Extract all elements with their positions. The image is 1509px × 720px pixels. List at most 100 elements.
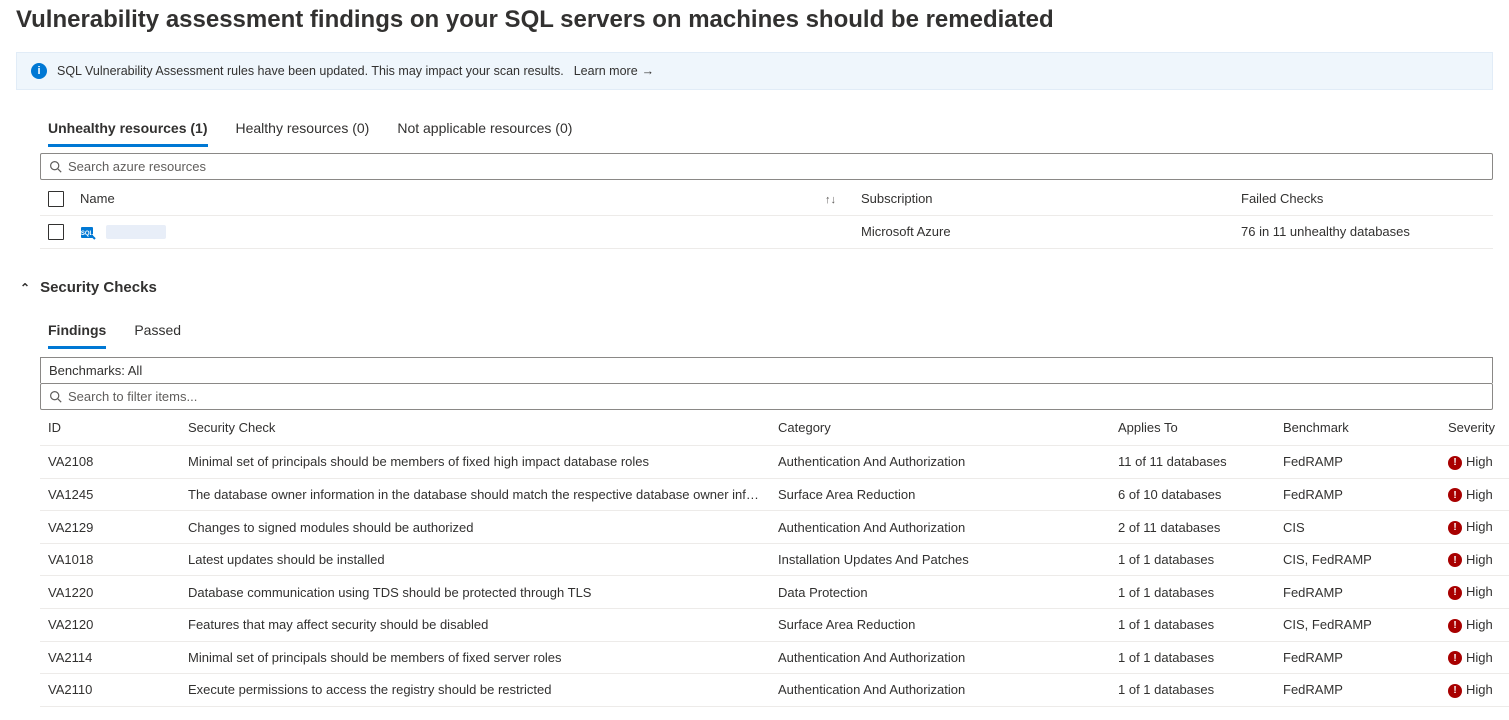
finding-benchmark: FedRAMP bbox=[1275, 446, 1440, 479]
finding-id: VA2108 bbox=[40, 446, 180, 479]
finding-applies-to: 1 of 1 databases bbox=[1110, 608, 1275, 641]
finding-severity: !High bbox=[1440, 543, 1509, 576]
col-header-id[interactable]: ID bbox=[40, 410, 180, 446]
arrow-right-icon: → bbox=[642, 64, 655, 78]
severity-high-icon: ! bbox=[1448, 456, 1462, 470]
finding-row[interactable]: VA2120Features that may affect security … bbox=[40, 608, 1509, 641]
finding-id: VA2110 bbox=[40, 674, 180, 707]
finding-security-check: Execute permissions to access the regist… bbox=[180, 674, 770, 707]
finding-applies-to: 1 of 1 databases bbox=[1110, 641, 1275, 674]
col-header-failed-checks[interactable]: Failed Checks bbox=[1233, 180, 1493, 215]
col-header-applies-to[interactable]: Applies To bbox=[1110, 410, 1275, 446]
finding-category: Data Protection bbox=[770, 576, 1110, 609]
tab-findings[interactable]: Findings bbox=[48, 322, 106, 349]
tab-passed[interactable]: Passed bbox=[134, 322, 181, 349]
search-icon bbox=[49, 160, 62, 173]
finding-severity: !High bbox=[1440, 576, 1509, 609]
learn-more-label: Learn more bbox=[574, 64, 638, 78]
info-banner: i SQL Vulnerability Assessment rules hav… bbox=[16, 52, 1493, 90]
severity-high-icon: ! bbox=[1448, 619, 1462, 633]
finding-security-check: Changes to signed modules should be auth… bbox=[180, 511, 770, 544]
finding-benchmark: CIS, FedRAMP bbox=[1275, 543, 1440, 576]
finding-security-check: Database communication using TDS should … bbox=[180, 576, 770, 609]
severity-high-icon: ! bbox=[1448, 553, 1462, 567]
finding-security-check: Latest updates should be installed bbox=[180, 543, 770, 576]
col-header-name[interactable]: Name bbox=[72, 180, 813, 215]
tab-healthy-resources[interactable]: Healthy resources (0) bbox=[236, 120, 370, 147]
resource-search-input[interactable] bbox=[68, 159, 1484, 174]
sort-icon: ↑↓ bbox=[825, 194, 836, 206]
info-banner-text: SQL Vulnerability Assessment rules have … bbox=[57, 64, 564, 78]
resource-subscription: Microsoft Azure bbox=[853, 215, 1233, 249]
finding-security-check: Minimal set of principals should be memb… bbox=[180, 641, 770, 674]
finding-category: Authentication And Authorization bbox=[770, 511, 1110, 544]
finding-category: Installation Updates And Patches bbox=[770, 543, 1110, 576]
resource-failed-checks: 76 in 11 unhealthy databases bbox=[1233, 215, 1493, 249]
finding-applies-to: 1 of 1 databases bbox=[1110, 674, 1275, 707]
finding-benchmark: CIS, FedRAMP bbox=[1275, 608, 1440, 641]
severity-high-icon: ! bbox=[1448, 586, 1462, 600]
finding-id: VA1018 bbox=[40, 543, 180, 576]
benchmarks-filter[interactable]: Benchmarks: All bbox=[40, 357, 1493, 383]
severity-high-icon: ! bbox=[1448, 521, 1462, 535]
finding-category: Authentication And Authorization bbox=[770, 446, 1110, 479]
finding-row[interactable]: VA2114Minimal set of principals should b… bbox=[40, 641, 1509, 674]
row-checkbox[interactable] bbox=[48, 224, 64, 240]
finding-security-check: Minimal set of principals should be memb… bbox=[180, 446, 770, 479]
finding-row[interactable]: VA2108Minimal set of principals should b… bbox=[40, 446, 1509, 479]
severity-high-icon: ! bbox=[1448, 684, 1462, 698]
finding-severity: !High bbox=[1440, 478, 1509, 511]
col-header-category[interactable]: Category bbox=[770, 410, 1110, 446]
tab-unhealthy-resources[interactable]: Unhealthy resources (1) bbox=[48, 120, 208, 147]
finding-severity: !High bbox=[1440, 446, 1509, 479]
sort-control[interactable]: ↑↓ bbox=[813, 180, 853, 215]
select-all-checkbox[interactable] bbox=[48, 191, 64, 207]
sql-server-icon: SQL bbox=[80, 224, 96, 240]
finding-id: VA2120 bbox=[40, 608, 180, 641]
finding-row[interactable]: VA1220Database communication using TDS s… bbox=[40, 576, 1509, 609]
finding-category: Surface Area Reduction bbox=[770, 478, 1110, 511]
findings-search[interactable] bbox=[40, 383, 1493, 410]
col-header-security-check[interactable]: Security Check bbox=[180, 410, 770, 446]
chevron-up-icon: ⌃ bbox=[20, 281, 30, 295]
finding-row[interactable]: VA1018Latest updates should be installed… bbox=[40, 543, 1509, 576]
tab-not-applicable-resources[interactable]: Not applicable resources (0) bbox=[397, 120, 572, 147]
resource-row[interactable]: SQL Microsoft Azure 76 in 11 unhealthy d… bbox=[40, 215, 1493, 249]
finding-applies-to: 2 of 11 databases bbox=[1110, 511, 1275, 544]
findings-search-input[interactable] bbox=[68, 389, 1484, 404]
finding-id: VA2114 bbox=[40, 641, 180, 674]
finding-severity: !High bbox=[1440, 511, 1509, 544]
finding-row[interactable]: VA1245The database owner information in … bbox=[40, 478, 1509, 511]
finding-benchmark: FedRAMP bbox=[1275, 478, 1440, 511]
finding-id: VA2129 bbox=[40, 511, 180, 544]
finding-id: VA1220 bbox=[40, 576, 180, 609]
resource-search[interactable] bbox=[40, 153, 1493, 180]
resource-table: Name ↑↓ Subscription Failed Checks SQL M… bbox=[40, 180, 1493, 249]
finding-row[interactable]: VA2129Changes to signed modules should b… bbox=[40, 511, 1509, 544]
finding-applies-to: 1 of 1 databases bbox=[1110, 576, 1275, 609]
search-icon bbox=[49, 390, 62, 403]
finding-category: Authentication And Authorization bbox=[770, 641, 1110, 674]
security-checks-header[interactable]: ⌃ Security Checks bbox=[0, 249, 1509, 304]
severity-high-icon: ! bbox=[1448, 488, 1462, 502]
finding-applies-to: 6 of 10 databases bbox=[1110, 478, 1275, 511]
finding-category: Authentication And Authorization bbox=[770, 674, 1110, 707]
finding-benchmark: FedRAMP bbox=[1275, 641, 1440, 674]
finding-applies-to: 11 of 11 databases bbox=[1110, 446, 1275, 479]
col-header-severity[interactable]: Severity bbox=[1440, 410, 1509, 446]
resource-tabs: Unhealthy resources (1) Healthy resource… bbox=[40, 102, 1493, 147]
info-icon: i bbox=[31, 63, 47, 79]
page-title: Vulnerability assessment findings on you… bbox=[0, 0, 1509, 52]
finding-severity: !High bbox=[1440, 674, 1509, 707]
finding-benchmark: CIS bbox=[1275, 511, 1440, 544]
col-header-benchmark[interactable]: Benchmark bbox=[1275, 410, 1440, 446]
finding-benchmark: FedRAMP bbox=[1275, 576, 1440, 609]
findings-table: ID Security Check Category Applies To Be… bbox=[40, 410, 1509, 707]
security-checks-title: Security Checks bbox=[40, 279, 157, 296]
finding-severity: !High bbox=[1440, 641, 1509, 674]
finding-id: VA1245 bbox=[40, 478, 180, 511]
finding-row[interactable]: VA2110Execute permissions to access the … bbox=[40, 674, 1509, 707]
learn-more-link[interactable]: Learn more → bbox=[574, 64, 654, 78]
col-header-subscription[interactable]: Subscription bbox=[853, 180, 1233, 215]
finding-applies-to: 1 of 1 databases bbox=[1110, 543, 1275, 576]
